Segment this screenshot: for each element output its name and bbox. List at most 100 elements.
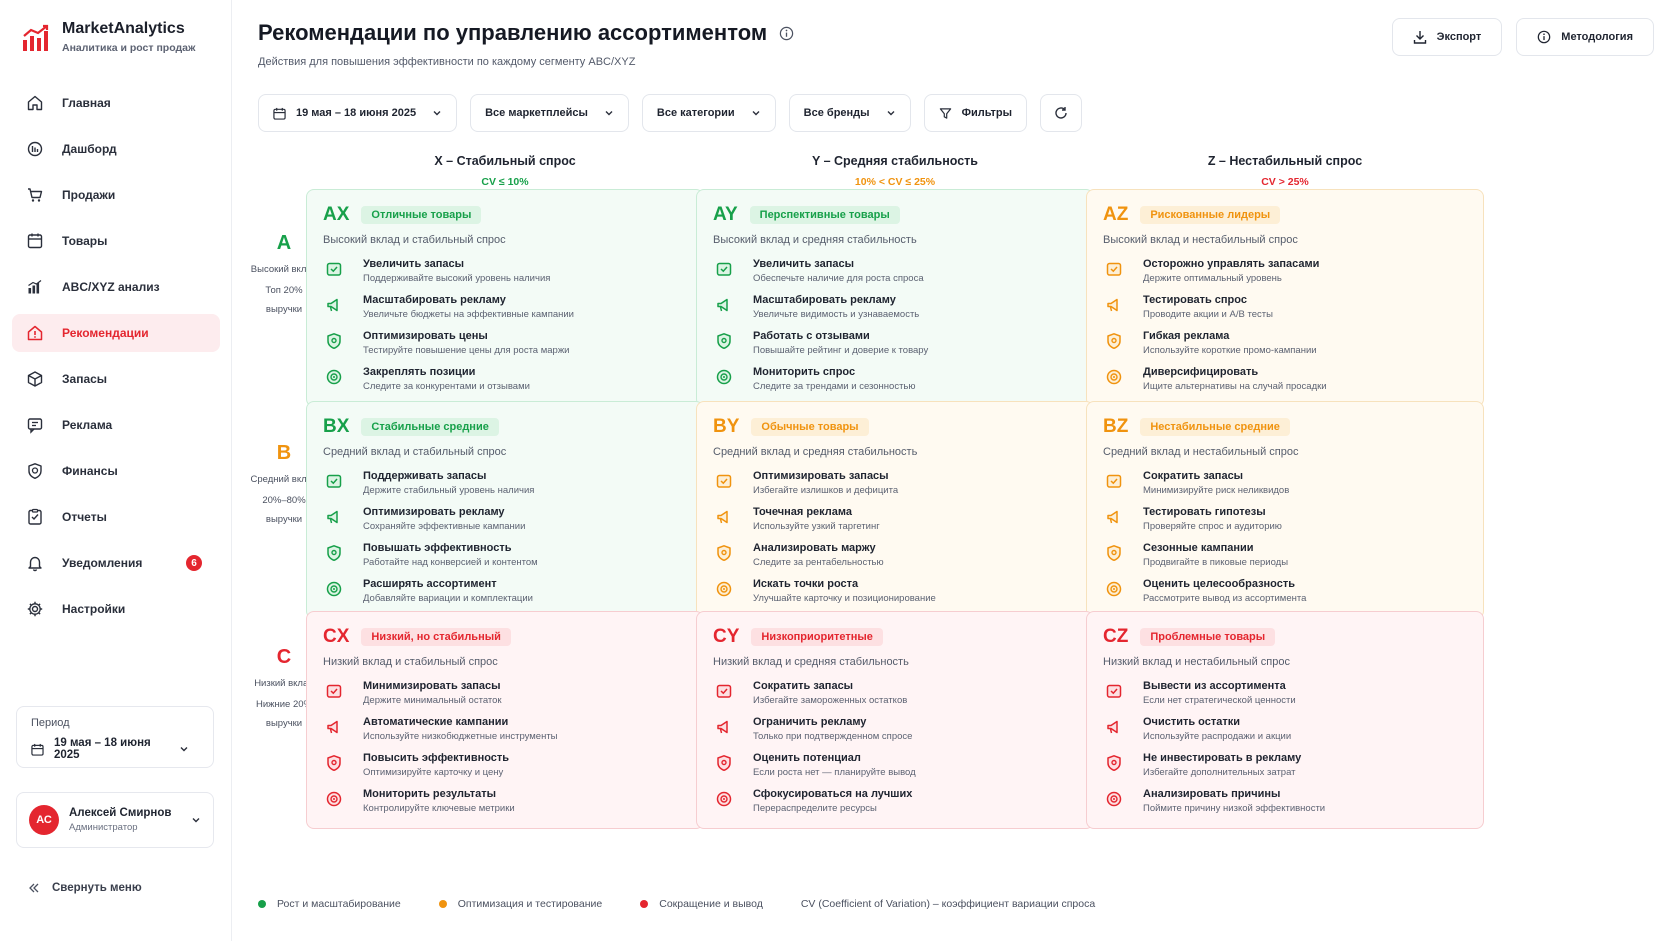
- column-cv-range: 10% < CV ≤ 25%: [854, 176, 936, 188]
- segment-tag: Низкий, но стабильный: [361, 628, 511, 646]
- action-item[interactable]: Оптимизировать рекламу Сохраняйте эффект…: [323, 506, 687, 542]
- action-item[interactable]: Повысить эффективность Оптимизируйте кар…: [323, 752, 687, 788]
- legend-dot: [640, 900, 649, 908]
- sidebar-item-bar-chart[interactable]: ABC/XYZ анализ: [12, 268, 220, 306]
- brand[interactable]: MarketAnalytics Аналитика и рост продаж: [22, 20, 195, 54]
- sidebar-item-ad[interactable]: Реклама: [12, 406, 220, 444]
- box-icon: [326, 684, 342, 698]
- segment-description: Средний вклад и стабильный спрос: [323, 446, 507, 458]
- sidebar-item-label: Реклама: [62, 418, 113, 432]
- category-filter[interactable]: Все категории: [641, 94, 776, 132]
- action-item[interactable]: Минимизировать запасы Держите минимальны…: [323, 680, 687, 716]
- info-icon[interactable]: [779, 26, 794, 41]
- box-icon: [716, 684, 732, 698]
- action-item[interactable]: Масштабировать рекламу Увеличьте бюджеты…: [323, 294, 687, 330]
- segment-tag: Отличные товары: [361, 206, 482, 224]
- action-name: Мониторить результаты: [363, 788, 497, 800]
- action-item[interactable]: Поддерживать запасы Держите стабильный у…: [323, 470, 687, 506]
- refresh-button[interactable]: [1040, 94, 1082, 132]
- shield-icon: [717, 545, 731, 562]
- sidebar-item-cart[interactable]: Продажи: [12, 176, 220, 214]
- action-item[interactable]: Оптимизировать цены Тестируйте повышение…: [323, 330, 687, 366]
- sidebar-item-report[interactable]: Отчеты: [12, 498, 220, 536]
- sidebar-item-box[interactable]: Товары: [12, 222, 220, 260]
- action-item[interactable]: Увеличить запасы Обеспечьте наличие для …: [713, 258, 1077, 294]
- action-item[interactable]: Масштабировать рекламу Увеличьте видимос…: [713, 294, 1077, 330]
- segment-card-ay[interactable]: AY Перспективные товары Высокий вклад и …: [696, 189, 1094, 407]
- segment-description: Высокий вклад и нестабильный спрос: [1103, 234, 1298, 246]
- sidebar-item-home[interactable]: Главная: [12, 84, 220, 122]
- action-item[interactable]: Оценить потенциал Если роста нет — плани…: [713, 752, 1077, 788]
- date-range-filter[interactable]: 19 мая – 18 июня 2025: [258, 94, 458, 132]
- home-icon: [27, 95, 43, 111]
- action-item[interactable]: Увеличить запасы Поддерживайте высокий у…: [323, 258, 687, 294]
- marketplace-filter[interactable]: Все маркетплейсы: [470, 94, 629, 132]
- segment-card-cx[interactable]: CX Низкий, но стабильный Низкий вклад и …: [306, 611, 704, 829]
- action-item[interactable]: Тестировать гипотезы Проверяйте спрос и …: [1103, 506, 1467, 542]
- action-item[interactable]: Ограничить рекламу Только при подтвержде…: [713, 716, 1077, 752]
- action-item[interactable]: Искать точки роста Улучшайте карточку и …: [713, 578, 1077, 614]
- action-item[interactable]: Сезонные кампании Продвигайте в пиковые …: [1103, 542, 1467, 578]
- action-item[interactable]: Тестировать спрос Проводите акции и A/B …: [1103, 294, 1467, 330]
- filters-label: Фильтры: [961, 107, 1012, 119]
- sidebar-item-finance[interactable]: Финансы: [12, 452, 220, 490]
- action-item[interactable]: Расширять ассортимент Добавляйте вариаци…: [323, 578, 687, 614]
- action-name: Работать с отзывами: [753, 330, 870, 342]
- funnel-icon: [939, 107, 951, 119]
- filters-button[interactable]: Фильтры: [923, 94, 1027, 132]
- action-description: Используйте распродажи и акции: [1143, 731, 1292, 742]
- megaphone-icon: [1107, 298, 1118, 312]
- brand-value: Все бренды: [803, 107, 870, 119]
- action-item[interactable]: Вывести из ассортимента Если нет стратег…: [1103, 680, 1467, 716]
- action-item[interactable]: Точечная реклама Используйте узкий тарге…: [713, 506, 1077, 542]
- sidebar-item-home-alert[interactable]: Рекомендации: [12, 314, 220, 352]
- segment-card-az[interactable]: AZ Рискованные лидеры Высокий вклад и не…: [1086, 189, 1484, 407]
- action-item[interactable]: Повышать эффективность Работайте над кон…: [323, 542, 687, 578]
- action-name: Закреплять позиции: [363, 366, 476, 378]
- action-item[interactable]: Оптимизировать запасы Избегайте излишков…: [713, 470, 1077, 506]
- segment-card-ax[interactable]: AX Отличные товары Высокий вклад и стаби…: [306, 189, 704, 407]
- period-selector[interactable]: Период 19 мая – 18 июня 2025: [16, 706, 214, 768]
- segment-code: AZ: [1103, 204, 1129, 225]
- sidebar-item-bell[interactable]: Уведомления 6: [12, 544, 220, 582]
- methodology-button[interactable]: Методология: [1516, 18, 1654, 56]
- action-item[interactable]: Диверсифицировать Ищите альтернативы на …: [1103, 366, 1467, 402]
- action-item[interactable]: Сократить запасы Минимизируйте риск нели…: [1103, 470, 1467, 506]
- segment-card-by[interactable]: BY Обычные товары Средний вклад и средня…: [696, 401, 1094, 619]
- segment-card-bz[interactable]: BZ Нестабильные средние Средний вклад и …: [1086, 401, 1484, 619]
- segment-card-bx[interactable]: BX Стабильные средние Средний вклад и ст…: [306, 401, 704, 619]
- segment-card-cz[interactable]: CZ Проблемные товары Низкий вклад и нест…: [1086, 611, 1484, 829]
- action-item[interactable]: Сократить запасы Избегайте замороженных …: [713, 680, 1077, 716]
- column-title: Z – Нестабильный спрос: [1207, 154, 1363, 168]
- action-item[interactable]: Осторожно управлять запасами Держите опт…: [1103, 258, 1467, 294]
- brand-filter[interactable]: Все бренды: [788, 94, 911, 132]
- action-item[interactable]: Очистить остатки Используйте распродажи …: [1103, 716, 1467, 752]
- action-item[interactable]: Работать с отзывами Повышайте рейтинг и …: [713, 330, 1077, 366]
- action-item[interactable]: Не инвестировать в рекламу Избегайте доп…: [1103, 752, 1467, 788]
- action-item[interactable]: Оценить целесообразность Рассмотрите выв…: [1103, 578, 1467, 614]
- segment-description: Высокий вклад и средняя стабильность: [713, 234, 917, 246]
- collapse-menu-button[interactable]: Свернуть меню: [28, 882, 142, 894]
- segment-description: Низкий вклад и нестабильный спрос: [1103, 656, 1290, 668]
- megaphone-icon: [327, 720, 338, 734]
- action-name: Оценить потенциал: [753, 752, 861, 764]
- sidebar-item-gear[interactable]: Настройки: [12, 590, 220, 628]
- action-item[interactable]: Мониторить результаты Контролируйте ключ…: [323, 788, 687, 824]
- action-name: Осторожно управлять запасами: [1143, 258, 1320, 270]
- segment-card-cy[interactable]: CY Низкоприоритетные Низкий вклад и сред…: [696, 611, 1094, 829]
- action-item[interactable]: Закреплять позиции Следите за конкурента…: [323, 366, 687, 402]
- sidebar-item-dashboard[interactable]: Дашборд: [12, 130, 220, 168]
- sidebar-item-stock[interactable]: Запасы: [12, 360, 220, 398]
- action-item[interactable]: Автоматические кампании Используйте низк…: [323, 716, 687, 752]
- column-header: X – Стабильный спрос CV ≤ 10%: [306, 154, 704, 188]
- user-menu[interactable]: АС Алексей Смирнов Администратор: [16, 792, 214, 848]
- chevron-down-icon: [605, 111, 613, 116]
- action-description: Поймите причину низкой эффективности: [1143, 803, 1326, 814]
- action-item[interactable]: Мониторить спрос Следите за трендами и с…: [713, 366, 1077, 402]
- box-icon: [1106, 262, 1122, 276]
- action-item[interactable]: Сфокусироваться на лучших Перераспредели…: [713, 788, 1077, 824]
- action-item[interactable]: Анализировать причины Поймите причину ни…: [1103, 788, 1467, 824]
- action-item[interactable]: Анализировать маржу Следите за рентабель…: [713, 542, 1077, 578]
- action-item[interactable]: Гибкая реклама Используйте короткие пром…: [1103, 330, 1467, 366]
- export-button[interactable]: Экспорт: [1391, 18, 1503, 56]
